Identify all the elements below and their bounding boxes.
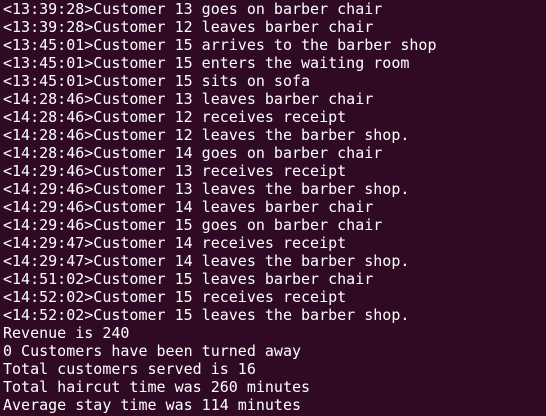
log-line: <14:52:02>Customer 15 leaves the barber … bbox=[3, 306, 410, 324]
log-line: <14:29:46>Customer 14 leaves barber chai… bbox=[3, 198, 374, 216]
log-line: <13:45:01>Customer 15 enters the waiting… bbox=[3, 54, 410, 72]
log-line: <14:29:46>Customer 13 receives receipt bbox=[3, 162, 347, 180]
summary-haircut-time: Total haircut time was 260 minutes bbox=[3, 378, 311, 396]
log-line: <14:29:47>Customer 14 leaves the barber … bbox=[3, 252, 410, 270]
log-line: <14:29:47>Customer 14 receives receipt bbox=[3, 234, 347, 252]
log-line: <14:28:46>Customer 14 goes on barber cha… bbox=[3, 144, 383, 162]
summary-average-stay: Average stay time was 114 minutes bbox=[3, 396, 302, 414]
summary-revenue: Revenue is 240 bbox=[3, 324, 130, 342]
terminal-output[interactable]: <13:39:28>Customer 13 goes on barber cha… bbox=[0, 0, 546, 416]
log-line: <13:39:28>Customer 12 leaves barber chai… bbox=[3, 18, 374, 36]
summary-turned-away: 0 Customers have been turned away bbox=[3, 342, 302, 360]
log-line: <13:39:28>Customer 13 goes on barber cha… bbox=[3, 0, 383, 18]
log-line: <14:29:46>Customer 15 goes on barber cha… bbox=[3, 216, 383, 234]
log-line: <13:45:01>Customer 15 arrives to the bar… bbox=[3, 36, 437, 54]
log-line: <14:28:46>Customer 13 leaves barber chai… bbox=[3, 90, 374, 108]
log-line: <14:28:46>Customer 12 receives receipt bbox=[3, 108, 347, 126]
log-line: <14:28:46>Customer 12 leaves the barber … bbox=[3, 126, 410, 144]
summary-customers-served: Total customers served is 16 bbox=[3, 360, 256, 378]
log-line: <14:52:02>Customer 15 receives receipt bbox=[3, 288, 347, 306]
log-line: <13:45:01>Customer 15 sits on sofa bbox=[3, 72, 311, 90]
log-line: <14:29:46>Customer 13 leaves the barber … bbox=[3, 180, 410, 198]
log-line: <14:51:02>Customer 15 leaves barber chai… bbox=[3, 270, 374, 288]
